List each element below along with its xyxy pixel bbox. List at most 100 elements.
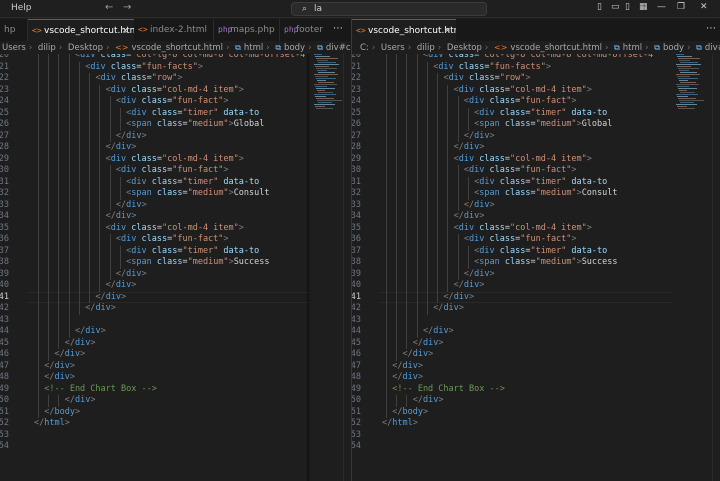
breadcrumb-item[interactable]: Desktop xyxy=(68,43,103,53)
breadcrumb-item[interactable]: div#container xyxy=(705,43,720,53)
tab-index-2[interactable]: <> index-2.html xyxy=(134,19,214,41)
breadcrumb-item[interactable]: Desktop xyxy=(447,43,482,53)
split-divider[interactable] xyxy=(351,19,352,481)
indent-guide xyxy=(109,107,111,119)
customize-layout-icon[interactable]: ▦ xyxy=(639,2,648,12)
code-token: "row" xyxy=(151,73,178,83)
breadcrumb-item[interactable]: div#container xyxy=(326,43,351,53)
indent-guide xyxy=(426,211,428,223)
code-token: div xyxy=(54,360,70,371)
indent-guide xyxy=(38,73,39,85)
indent-guide xyxy=(58,153,60,165)
indent-guide xyxy=(78,107,80,119)
line-number: 22 xyxy=(352,73,361,83)
tab-vscode-shortcut[interactable]: <> vscode_shortcut.html × xyxy=(28,19,134,41)
element-icon: ⧉ xyxy=(317,43,323,52)
layout-secondary-icon[interactable]: ▯ xyxy=(625,2,630,12)
indent-guide xyxy=(68,96,70,108)
forward-arrow-icon[interactable]: → xyxy=(123,2,131,13)
minimize-icon[interactable]: — xyxy=(657,2,666,12)
more-actions-icon[interactable]: ⋯ xyxy=(333,19,343,39)
indent-guide xyxy=(48,54,50,62)
command-center-search[interactable]: ⌕ la xyxy=(291,2,487,16)
code-token: div xyxy=(64,349,81,359)
indent-guide xyxy=(78,257,80,269)
search-query: la xyxy=(314,4,323,14)
indent-guide xyxy=(386,245,387,257)
indent-guide xyxy=(447,234,449,246)
restore-icon[interactable]: ❐ xyxy=(677,2,685,12)
left-editor[interactable]: 20 21 22 23 24 25 26 27 28 29 30 31 32 33 34 35 36 37 38 39… xyxy=(0,54,351,481)
right-editor[interactable]: 20 21 22 23 24 25 26 27 28 29 30 31 32 33 34 35 36 37 38 39… xyxy=(352,54,720,481)
code-token: </ xyxy=(105,280,116,290)
layout-sidebar-icon[interactable]: ▯ xyxy=(597,2,602,12)
close-icon[interactable]: ✕ xyxy=(700,2,708,12)
close-tab-icon[interactable]: × xyxy=(121,20,129,41)
tab-vscode-shortcut-right[interactable]: <> vscode_shortcut.html × xyxy=(352,19,456,41)
breadcrumb-item[interactable]: body xyxy=(663,43,684,53)
line-number: 32 xyxy=(352,188,361,198)
breadcrumb-item[interactable]: C: xyxy=(360,43,369,53)
tab-maps-php[interactable]: php maps.php xyxy=(214,19,280,41)
line-number: 41 xyxy=(352,291,361,302)
tab-footer[interactable]: php footer xyxy=(280,19,330,41)
indent-guide xyxy=(396,234,398,246)
breadcrumb-item[interactable]: Users xyxy=(381,43,405,53)
vertical-scrollbar[interactable] xyxy=(343,54,351,481)
code-token: div xyxy=(453,291,470,302)
indent-guide xyxy=(396,268,398,280)
code-token: div xyxy=(474,199,490,210)
minimap[interactable] xyxy=(672,54,710,134)
more-actions-icon[interactable]: ⋯ xyxy=(706,19,716,39)
layout-panel-icon[interactable]: ▭ xyxy=(611,2,620,12)
line-number: 26 xyxy=(0,119,9,129)
code-line: </div> xyxy=(464,131,495,143)
indent-guide xyxy=(89,107,91,119)
close-tab-icon[interactable]: × xyxy=(443,20,451,41)
line-number: 44 xyxy=(0,326,9,336)
indent-guide xyxy=(58,165,60,177)
back-arrow-icon[interactable]: ← xyxy=(105,2,113,13)
breadcrumb-item[interactable]: html xyxy=(244,43,263,53)
code-token: </ xyxy=(453,211,464,221)
tab-hidden-left[interactable]: hp xyxy=(0,19,28,41)
indent-guide xyxy=(416,314,418,326)
breadcrumb-item[interactable]: body xyxy=(284,43,305,53)
code-token: > xyxy=(571,165,577,175)
indent-guide xyxy=(437,165,439,177)
code-token: </ xyxy=(44,406,55,417)
indent-guide xyxy=(386,119,387,131)
indent-guide xyxy=(437,176,439,188)
indent-guide xyxy=(467,119,469,131)
indent-guide xyxy=(406,153,408,165)
breadcrumb-item[interactable]: vscode_shortcut.html xyxy=(132,43,224,53)
line-number: 47 xyxy=(0,360,9,371)
code-token: div xyxy=(121,165,137,175)
indent-guide xyxy=(396,245,398,257)
breadcrumb-item[interactable]: Users xyxy=(2,43,26,53)
indent-guide xyxy=(426,199,428,211)
code-token: </ xyxy=(382,418,393,428)
indent-guide xyxy=(38,245,39,257)
indent-guide xyxy=(68,211,70,223)
search-icon: ⌕ xyxy=(302,4,308,14)
code-line: </div> xyxy=(402,349,433,361)
vertical-scrollbar[interactable] xyxy=(712,54,720,481)
indent-guide xyxy=(426,291,428,303)
indent-guide xyxy=(447,96,449,108)
indent-guide xyxy=(38,142,39,154)
code-token: > xyxy=(74,406,81,417)
line-number: 37 xyxy=(0,245,9,256)
indent-guide xyxy=(109,165,111,177)
indent-guide xyxy=(437,142,439,154)
minimap-line xyxy=(317,70,327,71)
menu-help[interactable]: Help xyxy=(11,3,32,13)
indent-guide xyxy=(58,222,60,234)
breadcrumb-item[interactable]: vscode_shortcut.html xyxy=(510,43,602,53)
breadcrumb-item[interactable]: dilip xyxy=(38,43,56,53)
code-token: body xyxy=(402,406,423,417)
indent-guide xyxy=(457,245,459,257)
breadcrumb-item[interactable]: html xyxy=(623,43,642,53)
breadcrumb-item[interactable]: dilip xyxy=(417,43,435,53)
code-token: div xyxy=(402,372,418,382)
